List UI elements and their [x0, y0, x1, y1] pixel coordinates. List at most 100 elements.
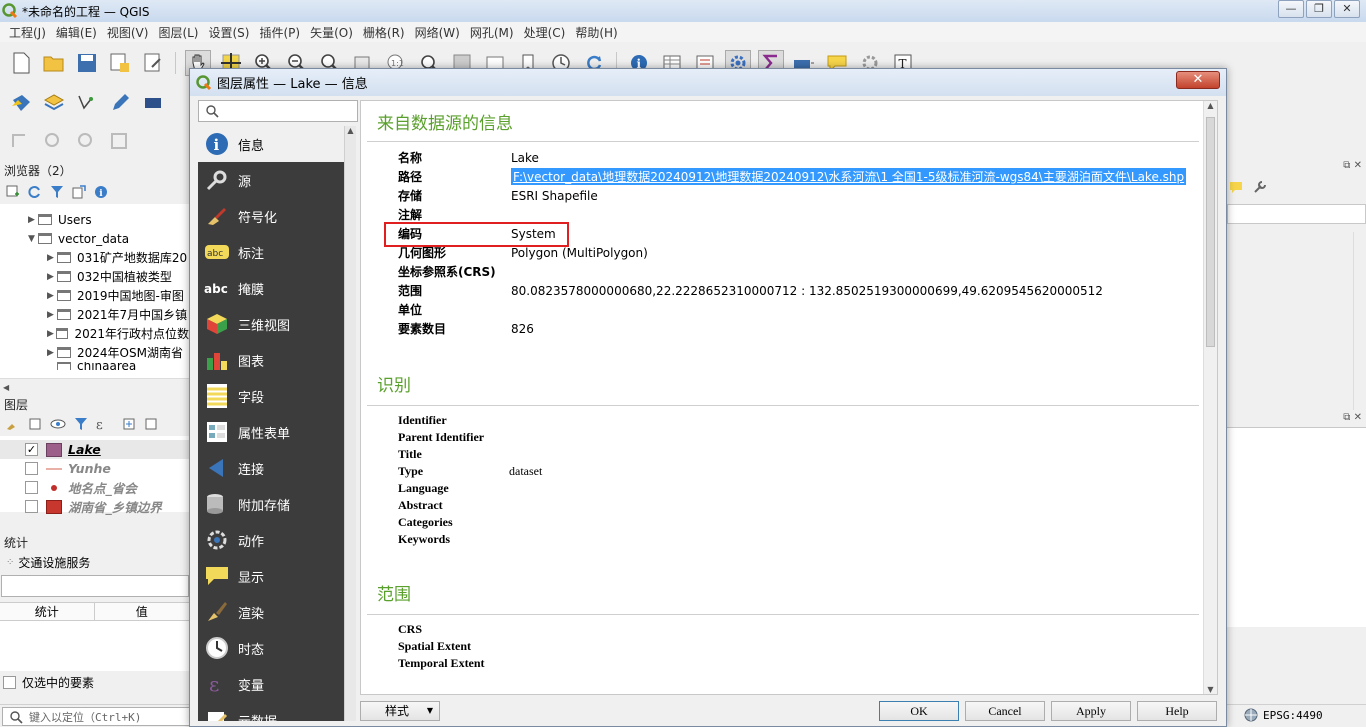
select-features-icon[interactable] — [41, 128, 67, 154]
variables-icon: ε — [204, 671, 230, 697]
nav-item-joins[interactable]: 连接 — [198, 450, 344, 486]
save-project-icon[interactable] — [74, 50, 100, 76]
nav-item-3d-view[interactable]: 三维视图 — [198, 306, 344, 342]
browser-hscrollbar[interactable]: ◀ — [0, 378, 189, 392]
menu-vector[interactable]: 矢量(O) — [307, 24, 360, 41]
layer-item-lake[interactable]: ✓ Lake — [0, 440, 189, 459]
browser-item[interactable]: ▶ 032中国植被类型 — [0, 267, 189, 286]
nav-item-temporal[interactable]: 时态 — [198, 630, 344, 666]
crs-indicator[interactable]: EPSG:4490 — [1244, 708, 1323, 722]
filter-legend-icon[interactable] — [74, 417, 88, 431]
menu-web[interactable]: 网络(W) — [412, 24, 467, 41]
nav-item-source[interactable]: 源 — [198, 162, 344, 198]
only-selected-checkbox[interactable] — [3, 675, 16, 689]
browser-item[interactable]: ▶ 2021年行政村点位数 — [0, 324, 189, 343]
minimize-button[interactable]: — — [1278, 0, 1304, 18]
maximize-button[interactable]: ❐ — [1306, 0, 1332, 18]
close-window-button[interactable]: ✕ — [1334, 0, 1360, 18]
filter-expression-icon[interactable]: ε — [96, 417, 114, 431]
stats-field-combo[interactable] — [1, 575, 189, 597]
browser-item[interactable]: ▶ 031矿产地数据库20 — [0, 248, 189, 267]
dialog-close-button[interactable]: ✕ — [1176, 71, 1220, 89]
layer-visibility-checkbox[interactable] — [25, 481, 38, 494]
nav-item-rendering[interactable]: 渲染 — [198, 594, 344, 630]
menu-edit[interactable]: 编辑(E) — [53, 24, 104, 41]
layer-item-capitals[interactable]: 地名点_省会 — [0, 478, 189, 497]
stats-col-statistic[interactable]: 统计 — [0, 603, 95, 620]
add-vector-layer-icon[interactable] — [8, 90, 34, 116]
menu-help[interactable]: 帮助(H) — [572, 24, 624, 41]
nav-item-symbology[interactable]: 符号化 — [198, 198, 344, 234]
menu-plugins[interactable]: 插件(P) — [256, 24, 307, 41]
browser-item[interactable]: ▶ 2021年7月中国乡镇 — [0, 305, 189, 324]
nav-item-labels[interactable]: abc 标注 — [198, 234, 344, 270]
menu-view[interactable]: 视图(V) — [104, 24, 156, 41]
open-project-icon[interactable] — [41, 50, 67, 76]
browser-item-users[interactable]: ▶ Users — [0, 210, 189, 229]
menu-processing[interactable]: 处理(C) — [521, 24, 573, 41]
help-button[interactable]: Help — [1137, 701, 1217, 721]
stats-layer-selector[interactable]: ⁘ 交通设施服务 — [0, 552, 189, 572]
layer-path-link[interactable]: F:\vector_data\地理数据20240912\地理数据20240912… — [511, 168, 1187, 185]
mask-icon: abc — [204, 275, 230, 301]
collapse-all-icon[interactable] — [72, 185, 86, 199]
menu-project[interactable]: 工程(J) — [6, 24, 53, 41]
browser-item[interactable]: chinaarea — [0, 362, 189, 370]
add-raster-layer-icon[interactable] — [41, 90, 67, 116]
visibility-eye-icon[interactable] — [50, 417, 66, 431]
map-tips-small-icon[interactable] — [1229, 180, 1243, 194]
add-feature-icon[interactable] — [8, 128, 34, 154]
browser-item[interactable]: ▶ 2019中国地图-审图 — [0, 286, 189, 305]
layer-item-yunhe[interactable]: Yunhe — [0, 459, 189, 478]
info-small-icon[interactable]: i — [94, 185, 108, 199]
add-group-icon[interactable] — [28, 417, 42, 431]
save-as-icon[interactable] — [107, 50, 133, 76]
dialog-title: 图层属性 — Lake — 信息 — [217, 77, 368, 92]
layer-item-hunan-towns[interactable]: 湖南省_乡镇边界 — [0, 497, 189, 516]
nav-item-diagrams[interactable]: 图表 — [198, 342, 344, 378]
nav-item-attributes-form[interactable]: 属性表单 — [198, 414, 344, 450]
browser-item[interactable]: ▶ 2024年OSM湖南省 — [0, 343, 189, 362]
browser-item-vector-data[interactable]: ▼ vector_data — [0, 229, 189, 248]
content-scrollbar[interactable]: ▲ ▼ — [1203, 101, 1217, 694]
layer-visibility-checkbox[interactable] — [25, 462, 38, 475]
nav-item-information[interactable]: i 信息 — [198, 126, 344, 162]
dialog-search-input[interactable] — [198, 100, 358, 122]
nav-item-auxiliary-storage[interactable]: 附加存储 — [198, 486, 344, 522]
nav-item-variables[interactable]: ε 变量 — [198, 666, 344, 702]
nav-item-masks[interactable]: abc 掩膜 — [198, 270, 344, 306]
menu-raster[interactable]: 栅格(R) — [360, 24, 412, 41]
digitize-pen-icon[interactable] — [107, 90, 133, 116]
expand-all-icon[interactable] — [122, 417, 136, 431]
layer-visibility-checkbox[interactable] — [25, 500, 38, 513]
layer-styling-icon[interactable] — [6, 417, 20, 431]
filter-icon[interactable] — [50, 185, 64, 199]
locator-field[interactable]: 键入以定位（Ctrl+K) — [2, 707, 190, 726]
menu-mesh[interactable]: 网孔(M) — [467, 24, 521, 41]
print-layout-icon[interactable] — [140, 50, 166, 76]
deselect-icon[interactable] — [107, 128, 133, 154]
nav-item-fields[interactable]: 字段 — [198, 378, 344, 414]
nav-scrollbar[interactable]: ▲ — [344, 126, 356, 721]
wrench-icon[interactable] — [1253, 180, 1267, 194]
content-scroll-thumb[interactable] — [1206, 117, 1215, 347]
only-selected-option[interactable]: 仅选中的要素 — [0, 671, 189, 693]
menu-layer[interactable]: 图层(L) — [155, 24, 205, 41]
new-vertex-layer-icon[interactable] — [74, 90, 100, 116]
collapse-layers-icon[interactable] — [144, 417, 158, 431]
folder-icon — [38, 214, 52, 225]
style-menu-button[interactable]: 样式 ▼ — [360, 701, 440, 721]
add-layer-more-icon[interactable] — [140, 90, 166, 116]
nav-item-actions[interactable]: 动作 — [198, 522, 344, 558]
ok-button[interactable]: OK — [879, 701, 959, 721]
nav-item-display[interactable]: 显示 — [198, 558, 344, 594]
add-selected-icon[interactable] — [6, 185, 20, 199]
cancel-button[interactable]: Cancel — [965, 701, 1045, 721]
layer-visibility-checkbox[interactable]: ✓ — [25, 443, 38, 456]
select-by-value-icon[interactable] — [74, 128, 100, 154]
apply-button[interactable]: Apply — [1051, 701, 1131, 721]
new-project-icon[interactable] — [8, 50, 34, 76]
menu-settings[interactable]: 设置(S) — [206, 24, 257, 41]
stats-col-value[interactable]: 值 — [95, 603, 189, 620]
refresh-browser-icon[interactable] — [28, 185, 42, 199]
